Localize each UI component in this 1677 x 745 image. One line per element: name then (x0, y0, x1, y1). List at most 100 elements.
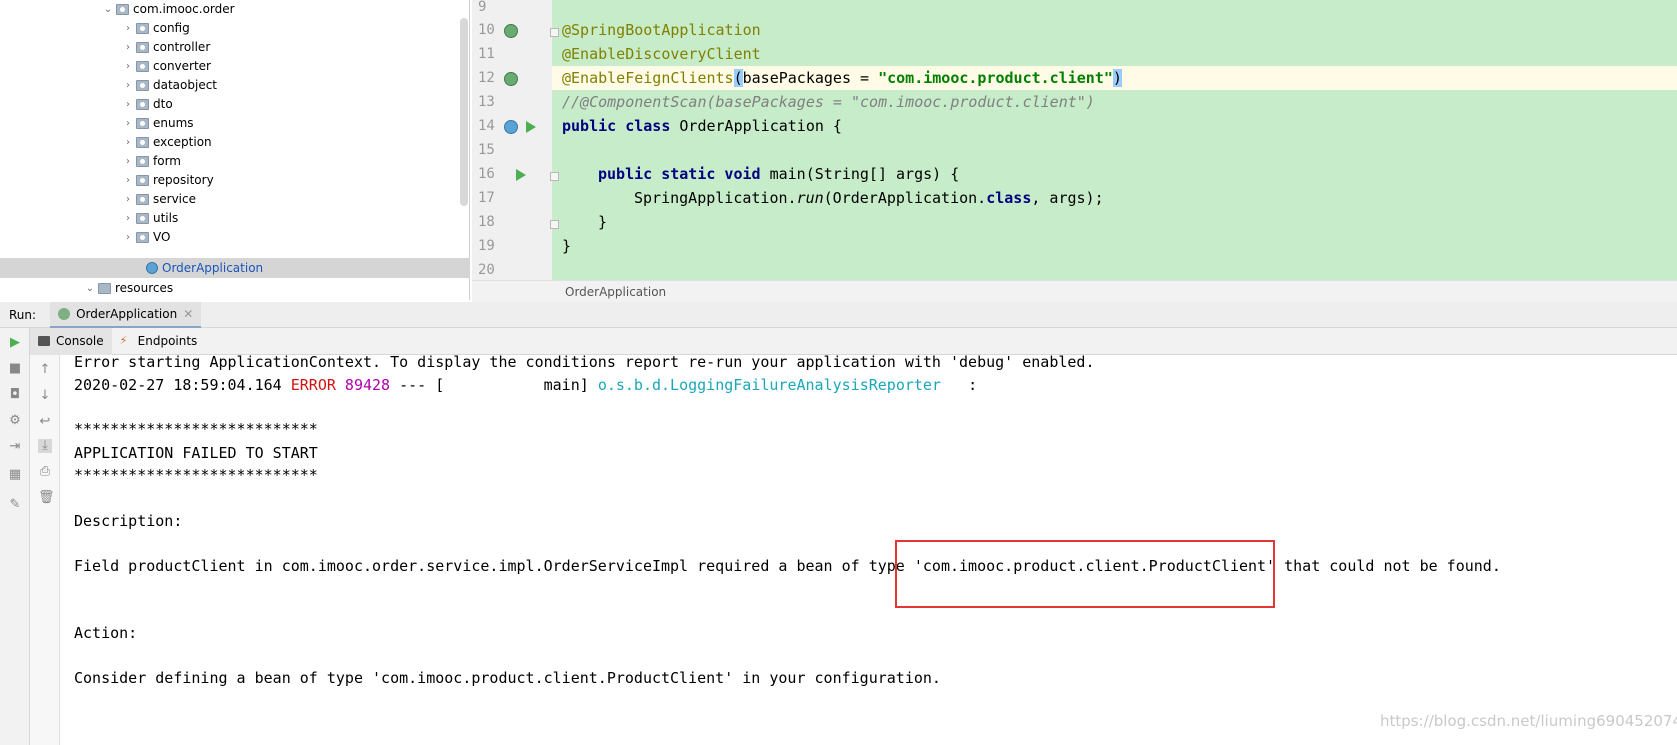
tree-item-repository[interactable]: › repository (120, 170, 214, 190)
tree-item-service[interactable]: › service (120, 189, 196, 209)
package-icon (116, 3, 129, 15)
stop-icon[interactable]: ■ (8, 362, 22, 376)
tree-item-enums[interactable]: › enums (120, 113, 194, 133)
spring-boot-icon[interactable] (504, 120, 518, 134)
tab-endpoints-label: Endpoints (137, 334, 198, 348)
chevron-down-icon[interactable]: ⌄ (82, 283, 98, 294)
log-logger-link[interactable]: o.s.b.d.LoggingFailureAnalysisReporter (598, 376, 941, 394)
scroll-to-end-icon[interactable]: ⤓ (38, 439, 52, 453)
fold-marker-icon[interactable] (550, 220, 559, 229)
package-icon (136, 155, 149, 167)
tree-item-dto[interactable]: › dto (120, 94, 173, 114)
keyword: public static void (598, 165, 761, 183)
code-line-17: SpringApplication.run(OrderApplication.c… (634, 189, 1104, 207)
chevron-right-icon[interactable]: › (120, 23, 136, 34)
tree-scrollbar[interactable] (460, 18, 468, 206)
tab-console-label: Console (56, 334, 104, 348)
code-line-12: @EnableFeignClients(basePackages = "com.… (562, 69, 1122, 87)
pin-icon[interactable]: ✎ (8, 498, 22, 512)
tree-item-controller[interactable]: › controller (120, 37, 210, 57)
watermark: https://blog.csdn.net/liuming690452074 (1380, 712, 1677, 730)
console-output[interactable]: Error starting ApplicationContext. To di… (60, 353, 1677, 745)
tab-endpoints[interactable]: ⚡ Endpoints (112, 328, 206, 355)
rerun-icon[interactable]: ▶ (8, 336, 22, 350)
line-number: 15 (478, 142, 495, 158)
run-gutter-icon[interactable] (526, 121, 536, 133)
log-timestamp: 2020-02-27 18:59:04.164 (74, 376, 291, 394)
run-gutter-icon[interactable] (516, 169, 526, 181)
code-line-11: @EnableDiscoveryClient (562, 45, 761, 63)
code-line-18: } (598, 213, 608, 231)
tree-item-resources[interactable]: ⌄ resources (82, 278, 173, 298)
chevron-right-icon[interactable]: › (120, 80, 136, 91)
chevron-right-icon[interactable]: › (120, 118, 136, 129)
line-number: 20 (478, 262, 495, 278)
print-icon[interactable]: ⎙ (38, 465, 52, 479)
tree-item-com-imooc-order[interactable]: ⌄ com.imooc.order (100, 0, 235, 19)
chevron-right-icon[interactable]: › (120, 137, 136, 148)
editor-breadcrumb[interactable]: OrderApplication (472, 280, 1677, 302)
close-icon[interactable]: ✕ (183, 307, 193, 321)
string-literal: "com.imooc.product.client" (878, 69, 1113, 87)
package-icon (136, 136, 149, 148)
chevron-right-icon[interactable]: › (120, 156, 136, 167)
log-thread: --- [ main] (390, 376, 598, 394)
folder-icon (98, 282, 111, 294)
chevron-right-icon[interactable]: › (120, 194, 136, 205)
line-number: 16 (478, 166, 495, 182)
fold-marker-icon[interactable] (550, 28, 559, 37)
exit-icon[interactable]: ⇥ (8, 440, 22, 454)
line-number: 18 (478, 214, 495, 230)
code-line-13: //@ComponentScan(basePackages = "com.imo… (562, 93, 1095, 111)
tree-item-dataobject[interactable]: › dataobject (120, 75, 217, 95)
console-log-line: 2020-02-27 18:59:04.164 ERROR 89428 --- … (74, 376, 977, 394)
arrow-up-icon[interactable]: ↑ (38, 363, 52, 377)
keyword: public class (562, 117, 671, 135)
method-call: run (796, 189, 824, 207)
endpoints-icon: ⚡ (119, 334, 128, 347)
settings-icon[interactable]: ⚙ (8, 414, 22, 428)
run-tab-label: OrderApplication (76, 306, 178, 321)
code-text: main(String[] args) { (760, 165, 960, 183)
annotation-text: @EnableFeignClients (562, 69, 734, 87)
console-line: Action: (74, 624, 138, 642)
run-tab-orderapplication[interactable]: OrderApplication ✕ (50, 301, 202, 328)
chevron-right-icon[interactable]: › (120, 232, 136, 243)
spring-bean-icon[interactable] (504, 72, 518, 86)
tree-item-form[interactable]: › form (120, 151, 181, 171)
line-number: 19 (478, 238, 495, 254)
tree-item-vo[interactable]: › VO (120, 227, 170, 247)
spring-bean-icon[interactable] (504, 24, 518, 38)
chevron-right-icon[interactable]: › (120, 99, 136, 110)
code-text: SpringApplication. (634, 189, 797, 207)
chevron-right-icon[interactable]: › (120, 213, 136, 224)
trash-icon[interactable]: 🗑 (38, 491, 55, 505)
tree-item-orderapplication[interactable]: OrderApplication (0, 258, 470, 278)
arrow-down-icon[interactable]: ↓ (38, 389, 52, 403)
fold-marker-icon[interactable] (550, 172, 559, 181)
camera-icon[interactable]: ◘ (8, 388, 22, 402)
package-icon (136, 212, 149, 224)
chevron-down-icon[interactable]: ⌄ (100, 4, 116, 15)
code-editor[interactable]: 9 10 11 12 13 14 15 16 17 18 19 20 @Spri… (472, 0, 1677, 280)
soft-wrap-icon[interactable]: ↩ (38, 415, 52, 429)
tree-item-utils[interactable]: › utils (120, 208, 178, 228)
line-number: 13 (478, 94, 495, 110)
package-icon (136, 60, 149, 72)
code-line-10: @SpringBootApplication (562, 21, 761, 39)
chevron-right-icon[interactable]: › (120, 175, 136, 186)
tree-item-exception[interactable]: › exception (120, 132, 212, 152)
layout-icon[interactable]: ▦ (8, 468, 22, 482)
console-line: *************************** (74, 466, 318, 484)
tab-console[interactable]: Console (30, 327, 112, 355)
console-actions-strip: ↑ ↓ ↩ ⤓ ⎙ 🗑 (30, 355, 60, 745)
tree-item-config[interactable]: › config (120, 18, 190, 38)
tree-item-converter[interactable]: › converter (120, 56, 211, 76)
project-tree: ⌄ com.imooc.order › config › controller › co… (0, 0, 470, 300)
chevron-right-icon[interactable]: › (120, 61, 136, 72)
package-icon (136, 22, 149, 34)
console-icon (38, 336, 50, 346)
code-line-19: } (562, 237, 572, 255)
code-line-14: public class OrderApplication { (562, 117, 842, 135)
chevron-right-icon[interactable]: › (120, 42, 136, 53)
